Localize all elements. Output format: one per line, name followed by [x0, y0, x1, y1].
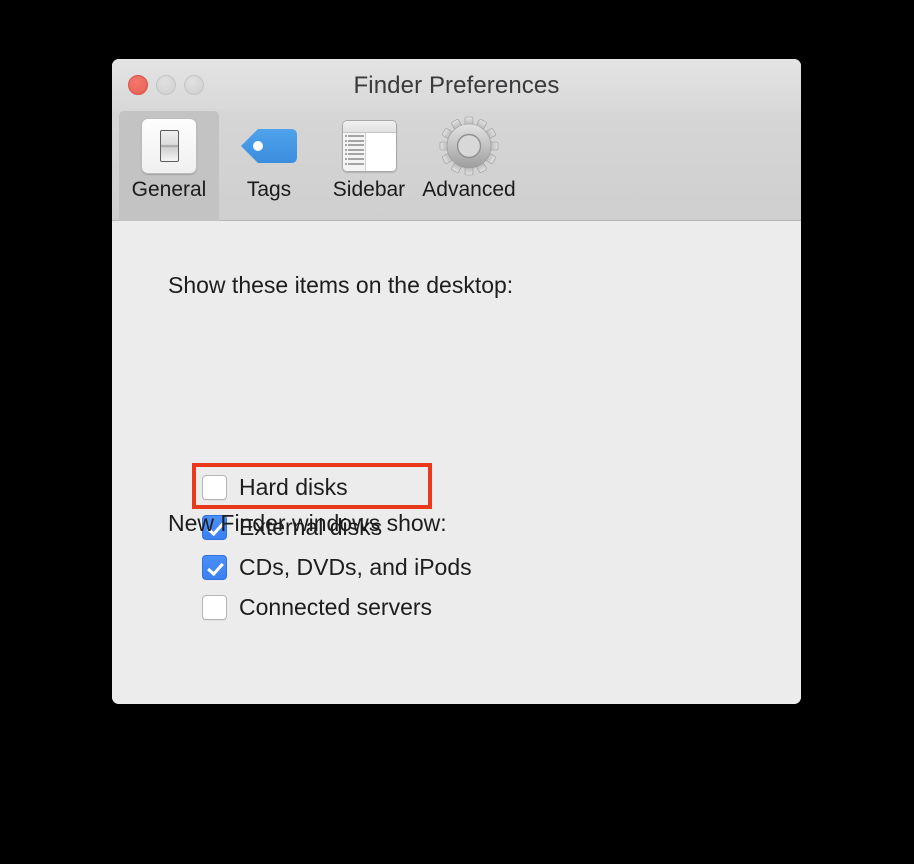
- finder-preferences-window: Finder Preferences General: [112, 59, 801, 704]
- show-desktop-items-label: Show these items on the desktop:: [168, 272, 513, 299]
- toolbar-tab-advanced[interactable]: Advanced: [419, 111, 519, 221]
- sidebar-window-icon: [342, 115, 397, 177]
- checkbox-cds-dvds-ipods-label: CDs, DVDs, and iPods: [239, 554, 472, 581]
- checkbox-row-cds-dvds-ipods[interactable]: CDs, DVDs, and iPods: [202, 554, 472, 581]
- window-title: Finder Preferences: [112, 72, 801, 100]
- gear-icon: [439, 115, 499, 177]
- toolbar-tab-general[interactable]: General: [119, 111, 219, 221]
- checkbox-hard-disks-label: Hard disks: [239, 474, 348, 501]
- checkbox-connected-servers-label: Connected servers: [239, 594, 432, 621]
- toolbar-tab-sidebar-label: Sidebar: [333, 179, 405, 200]
- checkbox-hard-disks[interactable]: [202, 475, 227, 500]
- toolbar-tab-tags-label: Tags: [247, 179, 291, 200]
- toolbar-tab-advanced-label: Advanced: [422, 179, 515, 200]
- window-titlebar: Finder Preferences: [112, 59, 801, 111]
- checkbox-row-connected-servers[interactable]: Connected servers: [202, 594, 432, 621]
- general-pane: Show these items on the desktop: Hard di…: [112, 221, 801, 704]
- toolbar-tab-general-label: General: [132, 179, 207, 200]
- light-switch-icon: [141, 115, 197, 177]
- toolbar-tab-tags[interactable]: Tags: [219, 111, 319, 221]
- new-finder-windows-label: New Finder windows show:: [168, 510, 447, 537]
- preferences-toolbar: General Tags: [112, 111, 801, 221]
- checkbox-cds-dvds-ipods[interactable]: [202, 555, 227, 580]
- toolbar-tab-sidebar[interactable]: Sidebar: [319, 111, 419, 221]
- checkbox-row-hard-disks[interactable]: Hard disks: [202, 474, 348, 501]
- checkbox-connected-servers[interactable]: [202, 595, 227, 620]
- tag-icon: [238, 115, 300, 177]
